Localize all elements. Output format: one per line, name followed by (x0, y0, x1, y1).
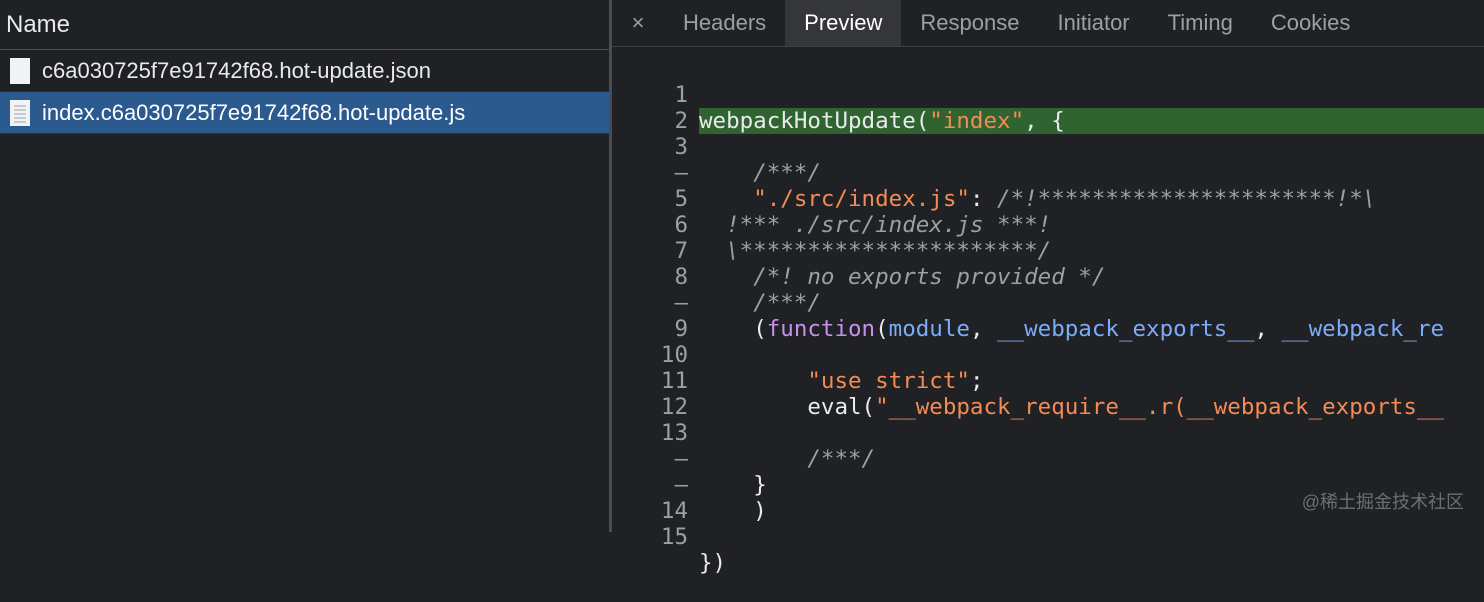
code-line: 10 "use strict"; (612, 316, 1484, 394)
code-line: 9 (612, 290, 1484, 342)
code-line: – } (612, 420, 1484, 498)
name-header-label: Name (6, 10, 71, 38)
line-number: 15 (660, 524, 688, 550)
tab-initiator[interactable]: Initiator (1038, 0, 1148, 46)
code-line: 1 webpackHotUpdate("index", { (612, 56, 1484, 134)
request-row-json[interactable]: c6a030725f7e91742f68.hot-update.json (0, 50, 609, 92)
code-preview[interactable]: 1 webpackHotUpdate("index", { 2 3 /***/ … (612, 56, 1484, 576)
code-line: – ) (612, 446, 1484, 524)
json-file-icon (10, 57, 30, 84)
code-token: }) (699, 550, 727, 576)
code-line: 3 /***/ (612, 108, 1484, 186)
tab-cookies[interactable]: Cookies (1252, 0, 1369, 46)
code-line: 2 (612, 82, 1484, 134)
details-tabbar: × Headers Preview Response Initiator Tim… (612, 0, 1484, 47)
code-line: – (function(module, __webpack_exports__,… (612, 264, 1484, 342)
name-column-header[interactable]: Name (0, 0, 609, 50)
request-name: index.c6a030725f7e91742f68.hot-update.js (42, 99, 466, 125)
tab-timing[interactable]: Timing (1149, 0, 1252, 46)
tab-preview[interactable]: Preview (785, 0, 902, 46)
close-icon[interactable]: × (612, 0, 664, 46)
tab-headers[interactable]: Headers (664, 0, 785, 46)
code-line: 7 /*! no exports provided */ (612, 212, 1484, 290)
code-line: 12 (612, 368, 1484, 420)
code-line: – "./src/index.js": /*!*****************… (612, 134, 1484, 212)
request-details-panel: × Headers Preview Response Initiator Tim… (612, 0, 1484, 576)
tab-response[interactable]: Response (901, 0, 1038, 46)
code-line: 8 /***/ (612, 238, 1484, 316)
request-list-panel: Name c6a030725f7e91742f68.hot-update.jso… (0, 0, 609, 532)
code-line: 13 /***/ (612, 394, 1484, 472)
code-line: 11 eval("__webpack_require__.r(__webpack… (612, 342, 1484, 420)
request-name: c6a030725f7e91742f68.hot-update.json (42, 57, 432, 83)
watermark: @稀土掘金技术社区 (1301, 492, 1464, 512)
code-line: 6 \**********************/ (612, 186, 1484, 264)
request-row-js[interactable]: index.c6a030725f7e91742f68.hot-update.js (0, 92, 609, 134)
code-line: 5 !*** ./src/index.js ***! (612, 160, 1484, 238)
js-file-icon (10, 99, 30, 126)
